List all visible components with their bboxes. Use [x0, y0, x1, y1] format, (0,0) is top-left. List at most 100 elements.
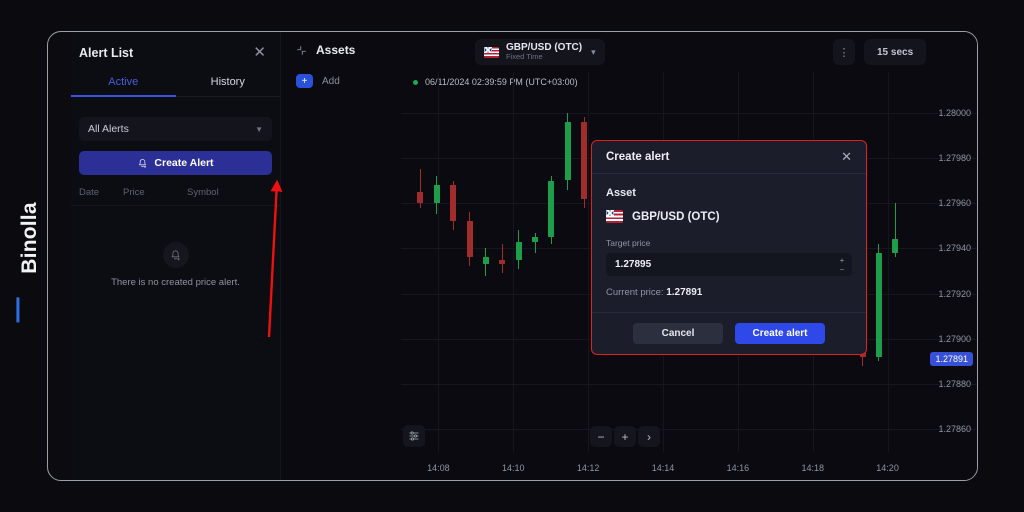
tab-history[interactable]: History [176, 76, 281, 96]
column-symbol: Symbol [187, 187, 219, 198]
alert-list-header: Alert List ✕ [71, 32, 280, 60]
price-tick-label: 1.27920 [938, 288, 971, 299]
current-price-value: 1.27891 [666, 287, 703, 298]
assets-button[interactable]: Assets [296, 43, 355, 57]
gridline [588, 72, 590, 452]
symbol-subtitle: Fixed Time [506, 52, 543, 62]
candlestick [417, 72, 424, 480]
price-tick-label: 1.27900 [938, 333, 971, 344]
create-alert-dialog: Create alert ✕ Asset GBP/USD (OTC) Targe… [591, 140, 867, 355]
assets-label: Assets [316, 43, 356, 57]
time-tick-label: 14:12 [576, 463, 600, 473]
target-price-label: Target price [606, 238, 651, 248]
candle-wick [534, 232, 536, 253]
candlestick [499, 72, 506, 480]
zoom-in-button[interactable]: + [614, 426, 636, 447]
create-alert-button[interactable]: Create Alert [79, 151, 272, 175]
chevron-down-icon: ▼ [255, 124, 263, 134]
empty-state-text: There is no created price alert. [111, 277, 240, 288]
time-tick-label: 14:14 [651, 463, 675, 473]
time-tick-label: 14:16 [726, 463, 750, 473]
candle-body [450, 185, 457, 222]
candle-body [433, 185, 440, 204]
price-tick-label: 1.27960 [938, 198, 971, 209]
candle-wick [501, 243, 503, 274]
price-tick-label: 1.27880 [938, 379, 971, 390]
candle-body [548, 180, 555, 238]
dialog-title: Create alert [606, 151, 670, 163]
empty-state-bell-icon [162, 242, 189, 268]
column-date: Date [79, 187, 100, 198]
close-icon[interactable]: ✕ [841, 149, 852, 165]
candle-body [482, 257, 489, 265]
timeframe-button[interactable]: 15 secs [864, 39, 927, 65]
time-tick-label: 14:20 [876, 463, 899, 473]
plus-icon: + [296, 74, 313, 88]
candlestick [875, 72, 882, 480]
candlestick [532, 72, 538, 480]
candlestick [466, 72, 473, 480]
candle-body [564, 121, 571, 181]
zoom-out-button[interactable]: − [590, 426, 612, 447]
stepper-increment-button[interactable]: + [840, 256, 845, 265]
current-price-label: Current price: [606, 287, 664, 298]
more-vertical-icon[interactable]: ⋮ [833, 39, 855, 65]
candlestick [548, 72, 555, 480]
candle-body [466, 221, 473, 258]
candle-body [417, 191, 424, 204]
time-tick-label: 14:18 [801, 463, 824, 473]
screenshot-root: Binolla ⎢ Alert List ✕ Active History Al… [0, 0, 1024, 512]
sliders-icon [409, 431, 419, 441]
confirm-create-alert-button[interactable]: Create alert [735, 323, 825, 344]
alert-list-panel: Alert List ✕ Active History All Alerts ▼ [71, 32, 281, 480]
candle-body [499, 259, 506, 265]
stepper-decrement-button[interactable]: − [840, 265, 845, 274]
candlestick [892, 72, 899, 480]
alert-filter-dropdown[interactable]: All Alerts ▼ [79, 117, 272, 141]
price-tick-label: 1.27940 [938, 243, 971, 254]
add-asset-button[interactable]: + Add [296, 74, 340, 88]
symbol-selector[interactable]: GBP/USD (OTC) Fixed Time ▾ [475, 39, 605, 65]
price-tick-label: 1.28000 [938, 107, 971, 118]
gridline [513, 72, 515, 452]
zoom-controls: − + › [590, 426, 660, 447]
candlestick [515, 72, 522, 480]
brand-logo-icon: ⎢ [15, 298, 26, 322]
create-alert-label: Create Alert [154, 157, 214, 169]
bell-plus-icon [139, 158, 147, 168]
candlestick [450, 72, 457, 480]
time-tick-label: 14:10 [502, 463, 525, 473]
target-price-field[interactable]: 1.27895 + − [606, 253, 852, 276]
chart-zone: Assets + Add GBP/USD (OTC) Fixed Time ▾ [281, 32, 977, 480]
chevron-down-icon: ▾ [591, 46, 596, 57]
candlestick [482, 72, 489, 480]
alert-empty-state: There is no created price alert. [71, 242, 280, 288]
time-tick-label: 14:08 [427, 463, 450, 473]
alert-list-title: Alert List [79, 45, 134, 60]
tab-active[interactable]: Active [71, 76, 176, 97]
candle-body [892, 239, 899, 253]
candle-body [581, 121, 588, 199]
chart-settings-button[interactable] [403, 425, 425, 447]
asset-section-label: Asset [606, 187, 636, 199]
dialog-footer: Cancel Create alert [592, 312, 866, 354]
gb-us-flag-icon [484, 46, 499, 58]
candle-body [532, 237, 538, 242]
cancel-button[interactable]: Cancel [633, 323, 723, 344]
candle-body [875, 252, 882, 357]
target-price-value[interactable]: 1.27895 [606, 253, 832, 276]
price-tick-label: 1.27860 [938, 424, 971, 435]
pan-right-button[interactable]: › [638, 426, 660, 447]
collapse-icon [297, 45, 306, 55]
top-toolbar: Assets + Add GBP/USD (OTC) Fixed Time ▾ [281, 32, 977, 88]
brand-strip: Binolla ⎢ [6, 170, 50, 330]
close-icon[interactable]: ✕ [253, 45, 266, 60]
dialog-current-price: Current price: 1.27891 [606, 287, 852, 298]
brand-name: Binolla [18, 202, 41, 274]
add-label: Add [322, 75, 340, 87]
dialog-header: Create alert ✕ [592, 141, 866, 174]
dialog-asset-name: GBP/USD (OTC) [632, 210, 720, 223]
candlestick [433, 72, 440, 480]
gb-us-flag-icon [606, 210, 623, 223]
dialog-body: Asset GBP/USD (OTC) Target price 1.27895… [592, 174, 866, 312]
